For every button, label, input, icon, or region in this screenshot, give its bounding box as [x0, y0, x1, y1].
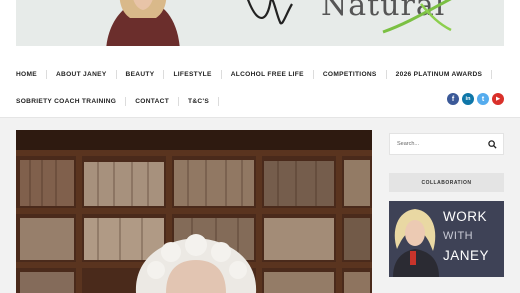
featured-post-image[interactable]: [16, 130, 372, 293]
ad-line-janey: JANEY: [443, 248, 490, 263]
nav-divider: [220, 69, 222, 79]
nav-item-platinum-awards[interactable]: 2026 PLATINUM AWARDS: [396, 71, 483, 78]
work-with-janey-banner[interactable]: WORK WITH JANEY: [389, 201, 504, 277]
nav-item-alcohol-free-life[interactable]: ALCOHOL FREE LIFE: [231, 71, 304, 78]
nav-divider: [115, 69, 117, 79]
header: Natural: [0, 0, 520, 56]
ad-line-with: WITH: [443, 230, 474, 242]
search-placeholder: Search...: [397, 141, 420, 147]
collaboration-heading: COLLABORATION: [389, 173, 504, 192]
nav-item-contact[interactable]: CONTACT: [135, 98, 169, 105]
nav-row-1: HOME ABOUT JANEY BEAUTY LIFESTYLE ALCOHO…: [16, 64, 501, 84]
twitter-icon[interactable]: t: [477, 93, 489, 105]
nav-item-lifestyle[interactable]: LIFESTYLE: [173, 71, 211, 78]
nav-item-about-janey[interactable]: ABOUT JANEY: [56, 71, 107, 78]
leaf-logo-icon: [382, 0, 452, 34]
nav-divider: [125, 96, 127, 106]
page: Natural HOME ABOUT JANEY BEAUTY LIFESTYL…: [0, 0, 520, 293]
nav-divider: [491, 69, 493, 79]
main-navigation: HOME ABOUT JANEY BEAUTY LIFESTYLE ALCOHO…: [0, 56, 520, 118]
header-banner[interactable]: Natural: [16, 0, 504, 46]
banner-portrait-image: [106, 0, 180, 46]
search-input[interactable]: Search...: [389, 133, 504, 155]
social-links: f in t ▶: [447, 93, 504, 105]
collaboration-heading-text: COLLABORATION: [421, 179, 472, 186]
nav-divider: [45, 69, 47, 79]
bookshelf-photo: [16, 130, 372, 293]
banner-signature-image: [247, 0, 293, 25]
nav-divider: [385, 69, 387, 79]
nav-item-home[interactable]: HOME: [16, 71, 37, 78]
facebook-icon[interactable]: f: [447, 93, 459, 105]
nav-divider: [312, 69, 314, 79]
nav-item-competitions[interactable]: COMPETITIONS: [323, 71, 377, 78]
nav-item-sobriety-coach-training[interactable]: SOBRIETY COACH TRAINING: [16, 98, 116, 105]
nav-divider: [178, 96, 180, 106]
nav-item-terms[interactable]: T&C'S: [188, 98, 209, 105]
nav-row-2: SOBRIETY COACH TRAINING CONTACT T&C'S: [16, 91, 228, 111]
nav-item-beauty[interactable]: BEAUTY: [126, 71, 155, 78]
nav-divider: [163, 69, 165, 79]
youtube-icon[interactable]: ▶: [492, 93, 504, 105]
nav-divider: [218, 96, 220, 106]
linkedin-icon[interactable]: in: [462, 93, 474, 105]
search-icon[interactable]: [488, 140, 497, 149]
ad-line-work: WORK: [443, 209, 487, 224]
